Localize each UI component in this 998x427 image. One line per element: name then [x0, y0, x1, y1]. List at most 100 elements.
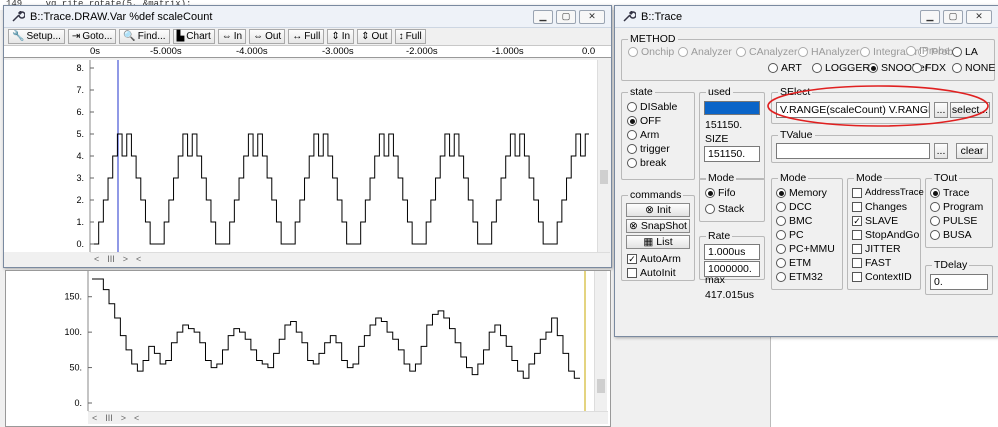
- maximize-button[interactable]: ▢: [556, 9, 576, 24]
- maximize-button[interactable]: ▢: [943, 9, 963, 24]
- mode-etm32[interactable]: ETM32: [776, 271, 823, 283]
- close-button[interactable]: ✕: [579, 9, 605, 24]
- fast-checkbox[interactable]: FAST: [852, 257, 891, 269]
- full-vertical-button[interactable]: ↕ Full: [394, 29, 426, 44]
- minimize-button[interactable]: ▁: [533, 9, 553, 24]
- method-logger[interactable]: LOGGER: [812, 62, 870, 74]
- zoom-in-vertical-icon: ⇕: [331, 31, 340, 42]
- tvalue-field[interactable]: [776, 143, 930, 159]
- y-tick-label: 0.: [74, 398, 82, 408]
- scroll-thumb[interactable]: [597, 379, 605, 393]
- stopandgo-checkbox[interactable]: StopAndGo: [852, 229, 919, 241]
- scroll-right-arrow[interactable]: >: [121, 413, 126, 423]
- tout-trace[interactable]: Trace: [930, 187, 969, 199]
- state-disable[interactable]: DISable: [627, 101, 677, 113]
- time-tick: 0.0: [582, 46, 596, 57]
- method-analyzer[interactable]: Analyzer: [678, 46, 732, 58]
- list-button[interactable]: ▦ List: [626, 235, 690, 249]
- scroll-grip[interactable]: III: [107, 254, 115, 264]
- used-bar: [704, 101, 760, 115]
- full-horizontal-button[interactable]: ↔ Full: [288, 29, 325, 44]
- setup-button[interactable]: 🔧 Setup...: [8, 29, 65, 44]
- clear-button[interactable]: clear: [956, 143, 988, 159]
- mode-fifo[interactable]: Fifo: [705, 187, 736, 199]
- init-button[interactable]: ⊗ Init: [626, 203, 690, 217]
- y-tick-label: 1.: [76, 217, 84, 227]
- mode-pc-mmu[interactable]: PC+MMU: [776, 243, 835, 255]
- zoom-out-horizontal-button[interactable]: ⇔ Out: [249, 29, 286, 44]
- jitter-checkbox[interactable]: JITTER: [852, 243, 901, 255]
- close-button[interactable]: ✕: [966, 9, 992, 24]
- mode-memory[interactable]: Memory: [776, 187, 827, 199]
- method-canalyzer[interactable]: CAnalyzer: [736, 46, 797, 58]
- y-tick-label: 7.: [76, 85, 84, 95]
- lower-plot[interactable]: 150. 100. 50. 0. < III > <: [5, 270, 611, 427]
- tdelay-group: TDelay 0.: [925, 259, 993, 295]
- time-tick: -2.000s: [406, 46, 438, 57]
- mode-dcc[interactable]: DCC: [776, 201, 812, 213]
- tout-program[interactable]: Program: [930, 201, 983, 213]
- zoom-out-horizontal-icon: ⇔: [253, 31, 264, 42]
- contextid-checkbox[interactable]: ContextID: [852, 271, 912, 283]
- mode-bmc[interactable]: BMC: [776, 215, 812, 227]
- y-tick-label: 6.: [76, 107, 84, 117]
- method-none[interactable]: NONE: [952, 62, 995, 74]
- tdelay-field[interactable]: 0.: [930, 274, 988, 290]
- scroll-left-arrow[interactable]: <: [136, 254, 141, 264]
- wrench-icon: [621, 10, 637, 24]
- tout-pulse[interactable]: PULSE: [930, 215, 977, 227]
- group-title: used: [706, 86, 733, 98]
- chart-icon: ▙: [176, 31, 185, 42]
- zoom-out-vertical-button[interactable]: ⇕ Out: [357, 29, 392, 44]
- lower-vertical-scrollbar[interactable]: [594, 271, 607, 411]
- scroll-grip[interactable]: III: [105, 413, 113, 423]
- state-off[interactable]: OFF: [627, 115, 661, 127]
- upper-plot[interactable]: 8. 7. 6. 5. 4. 3. 2. 1. 0.: [4, 60, 597, 252]
- method-art[interactable]: ART: [768, 62, 802, 74]
- tvalue-browse-button[interactable]: ...: [934, 143, 948, 159]
- changes-checkbox[interactable]: Changes: [852, 201, 907, 213]
- method-fdx[interactable]: FDX: [912, 62, 946, 74]
- slave-checkbox[interactable]: ✓ SLAVE: [852, 215, 898, 227]
- scroll-left-arrow[interactable]: <: [94, 254, 99, 264]
- scroll-left-arrow[interactable]: <: [92, 413, 97, 423]
- goto-button[interactable]: ⇥ Goto...: [67, 29, 117, 44]
- zoom-in-vertical-button[interactable]: ⇕ In: [327, 29, 355, 44]
- scroll-thumb[interactable]: [600, 170, 608, 184]
- wrench-icon: 🔧: [12, 31, 25, 42]
- addresstrace-checkbox[interactable]: AddressTrace: [852, 187, 924, 198]
- find-icon: 🔍: [123, 31, 136, 42]
- state-arm[interactable]: Arm: [627, 129, 659, 141]
- mode-pc[interactable]: PC: [776, 229, 804, 241]
- autoarm-checkbox[interactable]: ✓ AutoArm: [627, 253, 681, 265]
- method-onchip[interactable]: Onchip: [628, 46, 674, 58]
- mode-fifo-group: Mode Fifo Stack: [699, 172, 765, 222]
- upper-vertical-scrollbar[interactable]: [597, 60, 610, 252]
- tout-busa[interactable]: BUSA: [930, 229, 972, 241]
- y-tick-label: 150.: [64, 292, 82, 302]
- state-trigger[interactable]: trigger: [627, 143, 670, 155]
- size-field[interactable]: 151150.: [704, 146, 760, 162]
- zoom-in-horizontal-button[interactable]: ⇔ In: [217, 29, 247, 44]
- autoinit-checkbox[interactable]: AutoInit: [627, 267, 676, 279]
- snapshot-button[interactable]: ⊗ SnapShot: [626, 219, 690, 233]
- lower-horizontal-scrollbar[interactable]: < III > <: [88, 411, 608, 424]
- method-hanalyzer[interactable]: HAnalyzer: [798, 46, 859, 58]
- zoom-out-vertical-icon: ⇕: [361, 31, 370, 42]
- scroll-right-arrow[interactable]: >: [123, 254, 128, 264]
- scroll-left-arrow[interactable]: <: [134, 413, 139, 423]
- full-horizontal-icon: ↔: [292, 31, 303, 42]
- find-button[interactable]: 🔍 Find...: [119, 29, 170, 44]
- method-iprobe[interactable]: IProbe: [906, 45, 950, 57]
- minimize-button[interactable]: ▁: [920, 9, 940, 24]
- group-title: commands: [628, 189, 684, 201]
- rate-field[interactable]: 1.000us: [704, 244, 760, 260]
- state-break[interactable]: break: [627, 157, 666, 169]
- mode-etm[interactable]: ETM: [776, 257, 811, 269]
- method-la[interactable]: LA: [952, 46, 978, 58]
- upper-horizontal-scrollbar[interactable]: < III > <: [90, 252, 610, 265]
- group-title: Mode: [706, 172, 737, 184]
- chart-button[interactable]: ▙ Chart: [172, 29, 215, 44]
- used-group: used 151150. SIZE 151150.: [699, 86, 765, 180]
- mode-stack[interactable]: Stack: [705, 203, 744, 215]
